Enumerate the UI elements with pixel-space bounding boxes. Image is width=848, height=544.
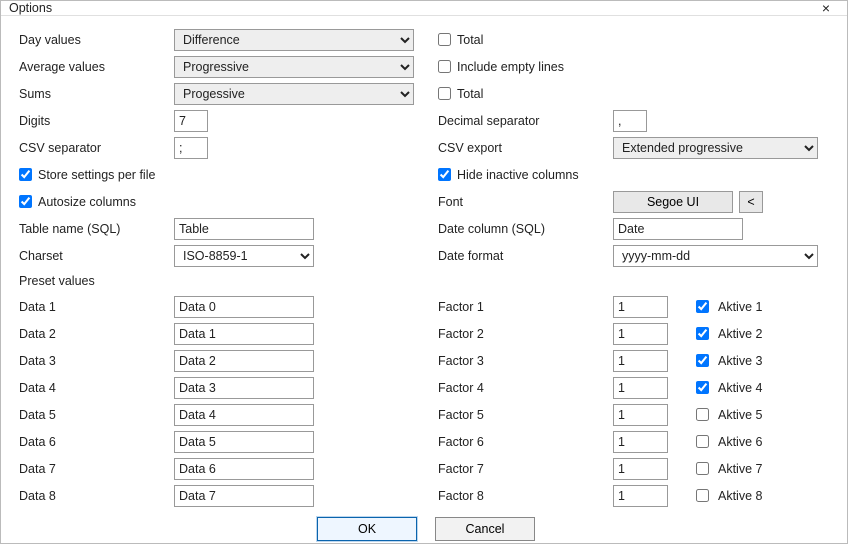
table-name-input[interactable]	[174, 218, 314, 240]
data-label: Data 2	[19, 327, 174, 341]
font-label: Font	[438, 195, 613, 209]
aktive-label: Aktive 4	[718, 381, 762, 395]
aktive-label: Aktive 3	[718, 354, 762, 368]
total2-checkbox[interactable]	[438, 87, 451, 100]
close-icon[interactable]: ×	[811, 1, 841, 15]
factor-label: Factor 1	[438, 300, 613, 314]
aktive-checkbox[interactable]	[696, 435, 709, 448]
factor-label: Factor 4	[438, 381, 613, 395]
factor-label: Factor 2	[438, 327, 613, 341]
factor-label: Factor 8	[438, 489, 613, 503]
digits-input[interactable]	[174, 110, 208, 132]
factor-input[interactable]	[613, 350, 668, 372]
font-browse-button[interactable]: <	[739, 191, 763, 213]
data-input[interactable]	[174, 350, 314, 372]
day-values-select[interactable]: Difference	[174, 29, 414, 51]
aktive-checkbox[interactable]	[696, 327, 709, 340]
date-column-input[interactable]	[613, 218, 743, 240]
data-label: Data 5	[19, 408, 174, 422]
total1-checkbox[interactable]	[438, 33, 451, 46]
right-column: Total Include empty lines Total Decimal …	[438, 26, 833, 509]
dialog-buttons: OK Cancel	[19, 509, 833, 544]
csv-export-select[interactable]: Extended progressive	[613, 137, 818, 159]
charset-label: Charset	[19, 249, 174, 263]
store-settings-label: Store settings per file	[38, 168, 155, 182]
date-format-select[interactable]: yyyy-mm-dd	[613, 245, 818, 267]
data-input[interactable]	[174, 323, 314, 345]
aktive-checkbox[interactable]	[696, 408, 709, 421]
total1-label: Total	[457, 33, 483, 47]
aktive-label: Aktive 8	[718, 489, 762, 503]
data-label: Data 7	[19, 462, 174, 476]
decimal-sep-input[interactable]	[613, 110, 647, 132]
csv-separator-input[interactable]	[174, 137, 208, 159]
data-input[interactable]	[174, 377, 314, 399]
data-input[interactable]	[174, 458, 314, 480]
autosize-label: Autosize columns	[38, 195, 136, 209]
aktive-checkbox[interactable]	[696, 354, 709, 367]
csv-separator-label: CSV separator	[19, 141, 174, 155]
average-values-label: Average values	[19, 60, 174, 74]
day-values-label: Day values	[19, 33, 174, 47]
aktive-label: Aktive 5	[718, 408, 762, 422]
total2-label: Total	[457, 87, 483, 101]
data-label: Data 8	[19, 489, 174, 503]
data-label: Data 4	[19, 381, 174, 395]
font-button[interactable]: Segoe UI	[613, 191, 733, 213]
window-title: Options	[9, 1, 811, 15]
cancel-button[interactable]: Cancel	[435, 517, 535, 541]
data-input[interactable]	[174, 485, 314, 507]
include-empty-checkbox[interactable]	[438, 60, 451, 73]
factor-label: Factor 5	[438, 408, 613, 422]
factor-label: Factor 7	[438, 462, 613, 476]
options-dialog: Options × Day values Difference Average …	[0, 0, 848, 544]
decimal-sep-label: Decimal separator	[438, 114, 613, 128]
digits-label: Digits	[19, 114, 174, 128]
factor-input[interactable]	[613, 485, 668, 507]
average-values-select[interactable]: Progressive	[174, 56, 414, 78]
factor-label: Factor 3	[438, 354, 613, 368]
hide-inactive-checkbox[interactable]	[438, 168, 451, 181]
factor-label: Factor 6	[438, 435, 613, 449]
factor-input[interactable]	[613, 458, 668, 480]
preset-values-label: Preset values	[19, 269, 414, 293]
left-column: Day values Difference Average values Pro…	[19, 26, 414, 509]
aktive-checkbox[interactable]	[696, 462, 709, 475]
aktive-label: Aktive 1	[718, 300, 762, 314]
csv-export-label: CSV export	[438, 141, 613, 155]
aktive-label: Aktive 7	[718, 462, 762, 476]
data-input[interactable]	[174, 296, 314, 318]
factor-input[interactable]	[613, 404, 668, 426]
include-empty-label: Include empty lines	[457, 60, 564, 74]
factor-input[interactable]	[613, 323, 668, 345]
aktive-label: Aktive 2	[718, 327, 762, 341]
data-label: Data 1	[19, 300, 174, 314]
sums-label: Sums	[19, 87, 174, 101]
dialog-body: Day values Difference Average values Pro…	[1, 16, 847, 544]
data-label: Data 6	[19, 435, 174, 449]
titlebar: Options ×	[1, 1, 847, 16]
aktive-checkbox[interactable]	[696, 489, 709, 502]
aktive-checkbox[interactable]	[696, 381, 709, 394]
data-input[interactable]	[174, 404, 314, 426]
factor-input[interactable]	[613, 296, 668, 318]
aktive-label: Aktive 6	[718, 435, 762, 449]
data-input[interactable]	[174, 431, 314, 453]
store-settings-checkbox[interactable]	[19, 168, 32, 181]
ok-button[interactable]: OK	[317, 517, 417, 541]
date-column-label: Date column (SQL)	[438, 222, 613, 236]
charset-select[interactable]: ISO-8859-1	[174, 245, 314, 267]
date-format-label: Date format	[438, 249, 613, 263]
factor-input[interactable]	[613, 431, 668, 453]
autosize-checkbox[interactable]	[19, 195, 32, 208]
data-label: Data 3	[19, 354, 174, 368]
hide-inactive-label: Hide inactive columns	[457, 168, 579, 182]
sums-select[interactable]: Progessive	[174, 83, 414, 105]
factor-input[interactable]	[613, 377, 668, 399]
table-name-label: Table name (SQL)	[19, 222, 174, 236]
aktive-checkbox[interactable]	[696, 300, 709, 313]
